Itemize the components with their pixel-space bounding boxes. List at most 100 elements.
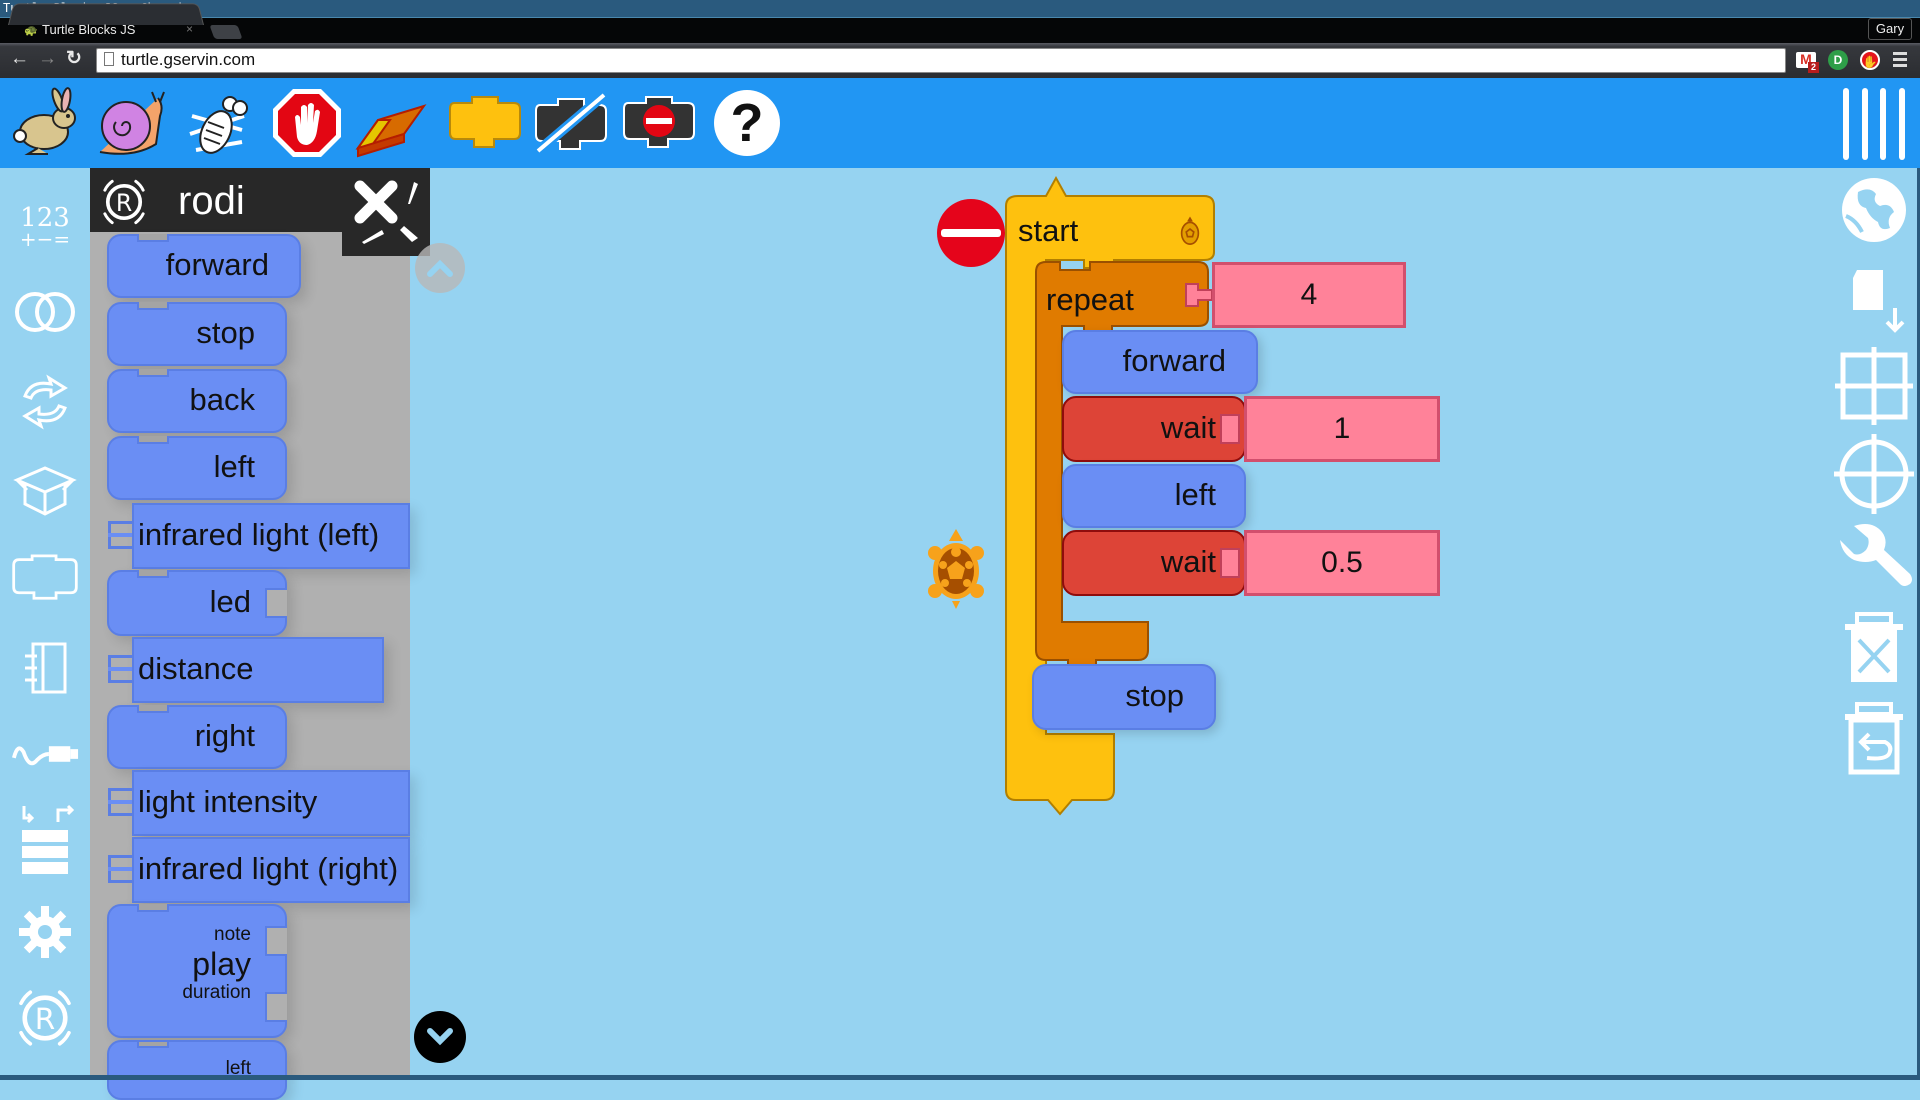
wait-duration-input[interactable]: 0.5	[1244, 530, 1440, 596]
palette-scroll-up-button[interactable]	[415, 243, 465, 293]
start-block-label: start	[1018, 213, 1079, 248]
block-icon	[449, 96, 521, 148]
sidebar-sensors[interactable]	[10, 722, 80, 786]
tab-close-icon[interactable]: ×	[186, 22, 193, 36]
stop-start-button[interactable]	[937, 199, 1005, 267]
help-button[interactable]: ?	[708, 84, 786, 162]
restore-trash-icon	[1845, 702, 1903, 775]
wait-socket	[1220, 414, 1240, 444]
chevron-up-icon	[427, 259, 453, 277]
palette-block-forward[interactable]: forward	[107, 234, 301, 298]
svg-text:R: R	[116, 189, 132, 217]
bug-icon	[189, 96, 248, 154]
palette-block-right[interactable]: right	[107, 705, 287, 769]
close-icon	[354, 180, 418, 244]
wait-duration-input[interactable]: 1	[1244, 396, 1440, 462]
palette-block-back[interactable]: back	[107, 369, 287, 433]
hide-blocks-button[interactable]	[532, 84, 610, 162]
repeat-count-input[interactable]: 4	[1212, 262, 1406, 328]
action-icon	[12, 554, 78, 600]
stop-hand-icon	[273, 89, 341, 157]
gmail-badge: 2	[1808, 62, 1819, 73]
palette-scroll-down-button[interactable]	[414, 1011, 466, 1063]
restore-button[interactable]	[1832, 696, 1916, 780]
forward-block[interactable]: forward	[1062, 330, 1258, 394]
tab-title[interactable]: Turtle Blocks JS	[42, 22, 135, 37]
chrome-menu-icon[interactable]	[1893, 52, 1907, 67]
palette-block-led[interactable]: led	[107, 570, 287, 636]
rodi-logo-icon: R	[96, 174, 152, 230]
polar-button[interactable]	[1832, 432, 1916, 516]
delete-button[interactable]	[1832, 606, 1916, 690]
flow-icon	[22, 374, 68, 430]
palette-block-left-partial[interactable]: left	[107, 1040, 287, 1100]
palette-title: rodi	[178, 179, 245, 223]
snail-icon	[99, 91, 165, 155]
tab-strip	[0, 18, 1920, 43]
repeat-block-label: repeat	[1046, 282, 1134, 317]
sidebar-extras[interactable]	[10, 900, 80, 964]
save-button[interactable]	[1832, 258, 1916, 342]
svg-text:R: R	[35, 1002, 55, 1036]
forward-button[interactable]: →	[38, 48, 57, 70]
address-bar[interactable]	[96, 48, 1786, 73]
palette-block-light-intensity[interactable]: light intensity	[108, 770, 410, 836]
heap-icon	[22, 804, 75, 874]
number-icon-bottom: +−=	[19, 227, 71, 251]
collapse-blocks-icon	[623, 96, 695, 148]
settings-button[interactable]	[1832, 518, 1916, 602]
collapse-blocks-button[interactable]	[620, 84, 698, 162]
back-button[interactable]: ←	[10, 48, 29, 70]
sidebar-rodi[interactable]: R	[10, 978, 80, 1058]
trash-icon	[1845, 612, 1903, 682]
url-text[interactable]: turtle.gservin.com	[121, 49, 255, 71]
palette-close-button[interactable]	[342, 168, 430, 256]
run-fast-button[interactable]	[6, 84, 84, 162]
grid-button[interactable]	[1832, 344, 1916, 428]
menu-button[interactable]	[1843, 88, 1905, 160]
step-button[interactable]	[180, 84, 258, 162]
sidebar-flow[interactable]	[10, 370, 80, 434]
wait-block[interactable]: wait	[1062, 396, 1246, 462]
start-turtle-icon	[1174, 214, 1206, 250]
wrench-icon	[1840, 524, 1912, 586]
palette-block-infrared-right[interactable]: infrared light (right)	[108, 837, 410, 903]
minus-icon	[941, 229, 1001, 237]
sidebar-actions[interactable]	[10, 546, 80, 610]
box-icon	[13, 466, 77, 516]
wait-socket	[1220, 548, 1240, 578]
palette-block-play[interactable]: note play duration	[107, 904, 287, 1038]
chevron-down-icon	[427, 1028, 453, 1046]
rabbit-icon	[13, 87, 76, 155]
planet-button[interactable]	[1832, 168, 1916, 252]
sidebar-media[interactable]	[10, 636, 80, 700]
clear-button[interactable]	[352, 84, 430, 162]
palette-block-distance[interactable]: distance	[108, 637, 384, 703]
stop-button[interactable]	[268, 84, 346, 162]
globe-icon	[1842, 178, 1906, 242]
palette-bottom-edge	[90, 1075, 410, 1080]
pushbullet-icon[interactable]: D	[1828, 50, 1848, 70]
sidebar-boolean[interactable]	[10, 280, 80, 344]
crosshair-icon	[1834, 434, 1914, 514]
stop-block[interactable]: stop	[1032, 664, 1216, 730]
sidebar-number[interactable]: 123 +−=	[10, 194, 80, 258]
turtle-sprite[interactable]	[925, 525, 987, 611]
run-slow-button[interactable]	[92, 84, 170, 162]
palette-block-left[interactable]: left	[107, 436, 287, 500]
new-tab-button[interactable]	[209, 25, 243, 39]
sidebar-boxes[interactable]	[10, 458, 80, 522]
reload-button[interactable]: ↻	[66, 48, 82, 70]
palette-block-infrared-left[interactable]: infrared light (left)	[108, 503, 410, 569]
sidebar-heap[interactable]	[10, 800, 80, 880]
palette-block-stop[interactable]: stop	[107, 302, 287, 366]
grid-icon	[1835, 347, 1913, 425]
stop-extension-icon[interactable]: ✋	[1860, 50, 1880, 70]
eraser-icon	[355, 104, 427, 158]
wait-block[interactable]: wait	[1062, 530, 1246, 596]
left-block[interactable]: left	[1062, 464, 1246, 528]
sensors-icon	[12, 746, 79, 766]
palette-button[interactable]	[446, 84, 524, 162]
profile-button[interactable]: Gary	[1868, 18, 1912, 40]
extras-icon	[19, 906, 71, 958]
